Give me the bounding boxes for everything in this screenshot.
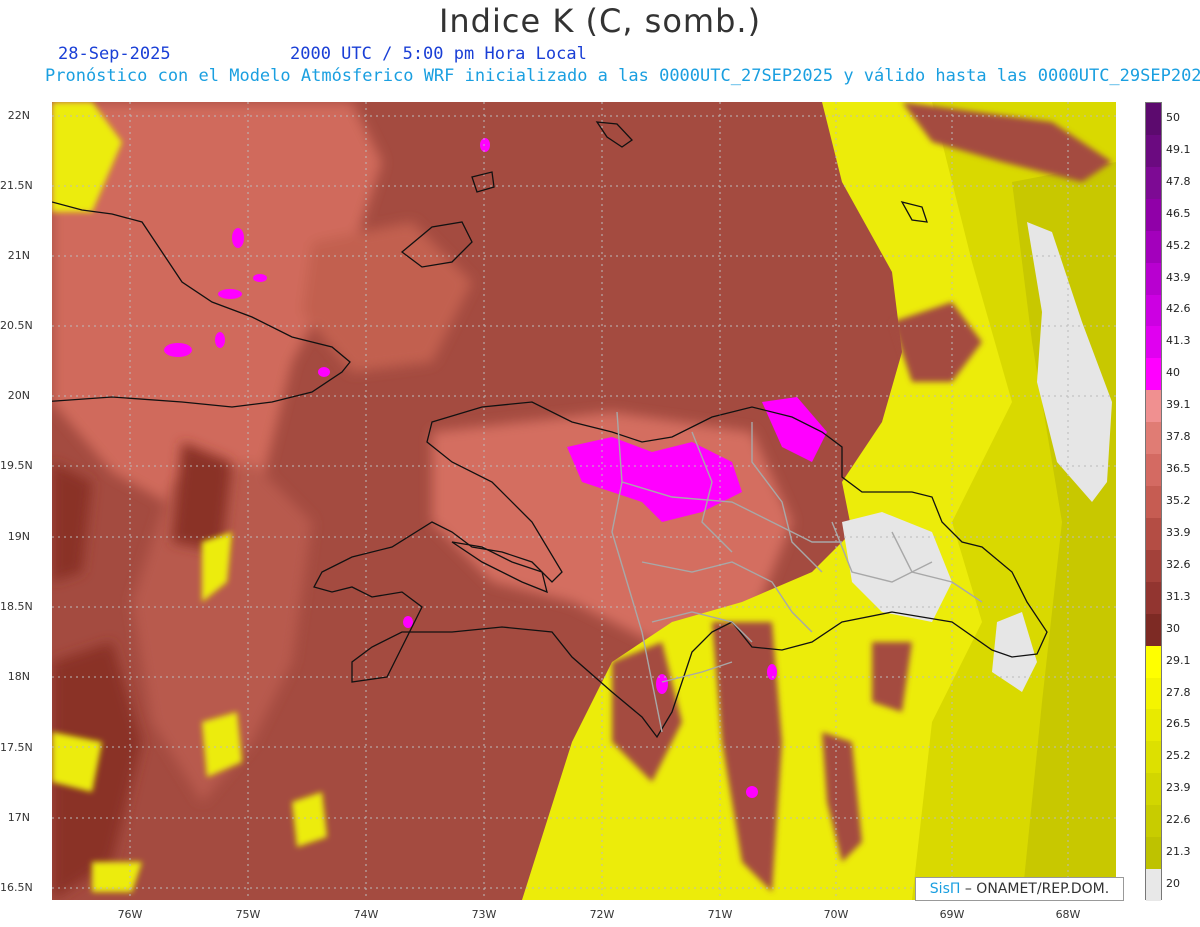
- colorbar-band: [1146, 262, 1161, 295]
- colorbar-label: 31.3: [1166, 589, 1191, 603]
- lat-label: 21.5N: [0, 179, 33, 192]
- colorbar-label: 33.9: [1166, 525, 1191, 539]
- colorbar-band: [1146, 741, 1161, 774]
- lat-label: 17N: [7, 811, 30, 824]
- lon-label: 75W: [235, 908, 261, 921]
- lat-label: 20.5N: [0, 319, 33, 332]
- brand-label: SisΠ: [929, 881, 961, 897]
- colorbar-label: 49.1: [1166, 142, 1191, 156]
- colorbar-band: [1146, 773, 1161, 806]
- colorbar-band: [1146, 390, 1161, 423]
- colorbar-label: 37.8: [1166, 430, 1191, 444]
- lon-label: 72W: [589, 908, 615, 921]
- colorbar-band: [1146, 358, 1161, 391]
- colorbar-band: [1146, 837, 1161, 870]
- colorbar-band: [1146, 103, 1161, 136]
- colorbar-band: [1146, 486, 1161, 519]
- colorbar: [1145, 102, 1162, 902]
- colorbar-band: [1146, 677, 1161, 710]
- colorbar-band: [1146, 645, 1161, 679]
- credit-box: SisΠ – ONAMET/REP.DOM.: [915, 877, 1124, 901]
- colorbar-label: 47.8: [1166, 174, 1191, 188]
- colorbar-label: 40: [1166, 366, 1180, 380]
- colorbar-label: 32.6: [1166, 557, 1191, 571]
- colorbar-label: 42.6: [1166, 302, 1191, 316]
- lat-label: 18N: [7, 670, 30, 683]
- forecast-date: 28-Sep-2025: [58, 44, 171, 64]
- colorbar-band: [1146, 613, 1161, 647]
- colorbar-label: 46.5: [1166, 206, 1191, 220]
- lat-label: 17.5N: [0, 741, 33, 754]
- colorbar-band: [1146, 869, 1161, 902]
- colorbar-band: [1146, 709, 1161, 742]
- lon-label: 74W: [353, 908, 379, 921]
- lon-label: 76W: [117, 908, 143, 921]
- colorbar-band: [1146, 326, 1161, 359]
- colorbar-band: [1146, 166, 1161, 200]
- colorbar-label: 30: [1166, 621, 1180, 635]
- lat-label: 18.5N: [0, 600, 33, 613]
- lat-label: 22N: [7, 109, 30, 122]
- colorbar-band: [1146, 230, 1161, 264]
- colorbar-band: [1146, 422, 1161, 455]
- colorbar-label: 23.9: [1166, 781, 1191, 795]
- colorbar-label: 29.1: [1166, 653, 1191, 667]
- colorbar-band: [1146, 549, 1161, 583]
- colorbar-band: [1146, 198, 1161, 232]
- lon-label: 71W: [707, 908, 733, 921]
- colorbar-label: 27.8: [1166, 685, 1191, 699]
- lon-label: 73W: [471, 908, 497, 921]
- credit-text: – ONAMET/REP.DOM.: [964, 881, 1110, 897]
- colorbar-label: 43.9: [1166, 270, 1191, 284]
- colorbar-label: 36.5: [1166, 462, 1191, 476]
- model-description: Pronóstico con el Modelo Atmósferico WRF…: [45, 66, 1200, 86]
- colorbar-label: 20: [1166, 877, 1180, 891]
- colorbar-band: [1146, 134, 1161, 168]
- colorbar-label: 26.5: [1166, 717, 1191, 731]
- colorbar-label: 35.2: [1166, 494, 1191, 507]
- forecast-time: 2000 UTC / 5:00 pm Hora Local: [290, 44, 587, 64]
- lat-label: 19.5N: [0, 459, 33, 472]
- page-title: Indice K (C, somb.): [438, 2, 762, 40]
- map-area: [52, 102, 1116, 900]
- lon-label: 68W: [1055, 908, 1081, 921]
- colorbar-label: 21.3: [1166, 845, 1191, 859]
- lat-label: 19N: [7, 530, 30, 543]
- colorbar-label: 39.1: [1166, 398, 1191, 412]
- colorbar-label: 41.3: [1166, 334, 1191, 348]
- colorbar-band: [1146, 517, 1161, 551]
- colorbar-label: 25.2: [1166, 749, 1191, 763]
- lon-label: 70W: [823, 908, 849, 921]
- lon-label: 69W: [939, 908, 965, 921]
- colorbar-band: [1146, 454, 1161, 487]
- lat-label: 16.5N: [0, 881, 33, 894]
- lat-label: 21N: [7, 249, 30, 262]
- colorbar-band: [1146, 805, 1161, 838]
- colorbar-band: [1146, 581, 1161, 615]
- lat-label: 20N: [7, 389, 30, 402]
- colorbar-label: 45.2: [1166, 238, 1191, 252]
- colorbar-label: 22.6: [1166, 813, 1191, 827]
- colorbar-band: [1146, 294, 1161, 327]
- colorbar-label: 50: [1166, 110, 1180, 124]
